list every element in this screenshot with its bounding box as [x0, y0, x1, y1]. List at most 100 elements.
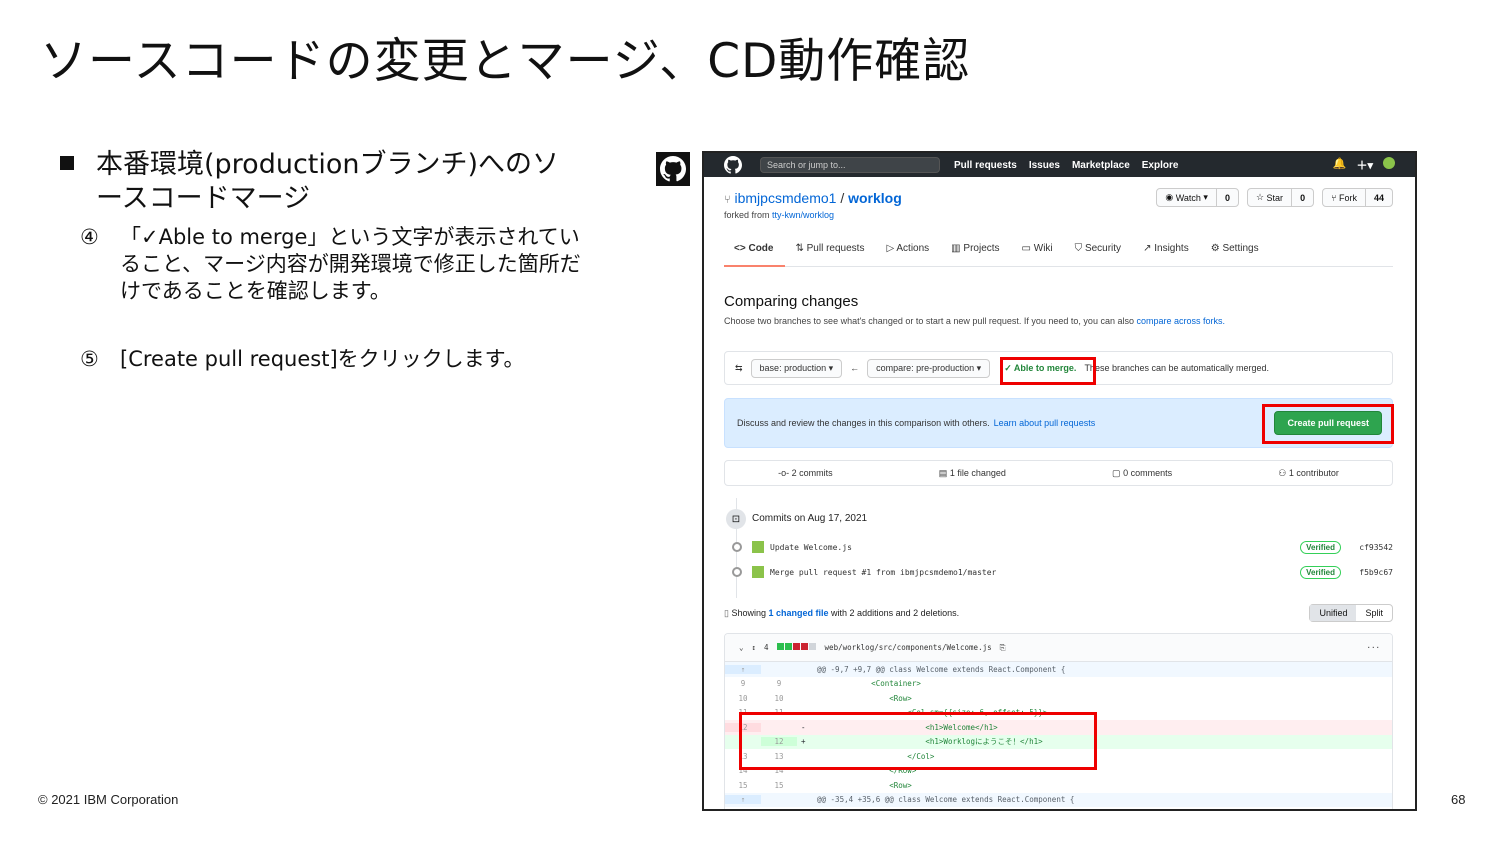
nav-pull-requests[interactable]: Pull requests — [954, 160, 1017, 171]
verified-badge[interactable]: Verified — [1300, 565, 1341, 579]
commit-message[interactable]: Merge pull request #1 from ibmjpcsmdemo1… — [770, 568, 996, 577]
plus-icon[interactable]: ＋▾ — [1356, 157, 1373, 173]
file-path[interactable]: web/worklog/src/components/Welcome.js — [825, 643, 992, 652]
nav-explore[interactable]: Explore — [1142, 160, 1179, 171]
watch-button[interactable]: ◉ Watch ▾ 0 — [1156, 188, 1239, 207]
file-header: ⌄ ↕ 4 web/worklog/src/components/Welcome… — [725, 634, 1392, 662]
tab-projects[interactable]: ▥ Projects — [941, 237, 1011, 267]
commit-row: Update Welcome.js Verified cf93542 — [732, 540, 1393, 554]
fork-button[interactable]: ⑂ Fork 44 — [1322, 188, 1393, 207]
line-number-left[interactable]: ⇡ — [725, 664, 761, 674]
avatar — [752, 541, 764, 553]
forked-link[interactable]: tty-kwn/worklog — [772, 210, 834, 220]
commits-heading: Commits on Aug 17, 2021 — [752, 513, 868, 524]
stat-commits[interactable]: -o- 2 commits — [778, 468, 833, 478]
verified-badge[interactable]: Verified — [1300, 540, 1341, 554]
diff-view-toggle: Unified Split — [1309, 604, 1393, 622]
changed-file-link[interactable]: 1 changed file — [769, 608, 829, 618]
main-bullet-text: 本番環境(productionブランチ)へのソースコードマージ — [96, 149, 560, 214]
tab-code[interactable]: <> Code — [724, 237, 786, 267]
base-branch-select[interactable]: base: production ▾ — [750, 358, 843, 378]
github-logo-icon — [656, 152, 690, 186]
repo-tabs: <> Code ⇅ Pull requests ▷ Actions ▥ Proj… — [724, 237, 1393, 267]
commit-dot-icon — [732, 542, 742, 552]
fork-count: 44 — [1373, 192, 1384, 203]
fork-icon: ⑂ — [1331, 192, 1339, 203]
compare-subtitle-text: Choose two branches to see what's change… — [724, 316, 1134, 326]
stat-files[interactable]: ▤ 1 file changed — [939, 468, 1006, 479]
diff-code: <Container> — [817, 679, 921, 689]
tab-settings[interactable]: ⚙ Settings — [1201, 237, 1271, 267]
bell-icon[interactable]: 🔔 — [1333, 157, 1347, 173]
step-text: [Create pull request]をクリックします。 — [120, 347, 525, 371]
commit-sha[interactable]: f5b9c67 — [1359, 568, 1393, 577]
repo-owner-link[interactable]: ibmjpcsmdemo1 — [735, 190, 837, 206]
merge-status-text: These branches can be automatically merg… — [1084, 363, 1270, 373]
square-bullet-icon — [60, 156, 74, 170]
watch-label: Watch — [1175, 192, 1201, 203]
chevron-down-icon[interactable]: ⌄ — [739, 643, 744, 652]
step-4: ④ 「✓Able to merge」という文字が表示されていること、マージ内容が… — [80, 224, 600, 305]
star-button[interactable]: ☆ Star 0 — [1246, 188, 1315, 207]
tab-insights[interactable]: ↗ Insights — [1133, 237, 1201, 267]
repo-actions: ◉ Watch ▾ 0 ☆ Star 0 ⑂ Fork 44 — [1156, 188, 1393, 207]
comment-icon: ▢ — [1112, 467, 1124, 478]
tab-actions[interactable]: ▷ Actions — [876, 237, 941, 267]
learn-pr-link[interactable]: Learn about pull requests — [994, 418, 1096, 428]
repo-name-link[interactable]: worklog — [848, 190, 902, 206]
tab-pull-requests[interactable]: ⇅ Pull requests — [785, 237, 876, 267]
nav-marketplace[interactable]: Marketplace — [1072, 160, 1130, 171]
stat-comments[interactable]: ▢ 0 comments — [1112, 468, 1172, 479]
tab-wiki[interactable]: ▭ Wiki — [1012, 237, 1065, 267]
repo-separator: / — [840, 190, 845, 206]
more-icon[interactable]: ··· — [1366, 643, 1380, 652]
star-icon: ☆ — [1255, 192, 1267, 202]
compare-arrows-icon: ⇆ — [735, 362, 743, 373]
commit-message[interactable]: Update Welcome.js — [770, 543, 852, 552]
line-number-left: 15 — [738, 780, 748, 790]
nav-issues[interactable]: Issues — [1029, 160, 1060, 171]
stat-contributors[interactable]: ⚇ 1 contributor — [1278, 468, 1339, 479]
unified-button[interactable]: Unified — [1310, 605, 1357, 621]
commit-group-icon: ⊡ — [726, 509, 746, 529]
repo-icon: ⑂ — [724, 194, 731, 206]
compare-branch-select[interactable]: compare: pre-production ▾ — [867, 358, 991, 378]
github-octocat-icon[interactable] — [724, 156, 742, 174]
search-input[interactable]: Search or jump to... — [760, 157, 940, 173]
copy-icon[interactable]: ⎘ — [1000, 643, 1006, 653]
diff-count: 4 — [764, 643, 769, 652]
diff-line: ⇡ @@ -9,7 +9,7 @@ class Welcome extends R… — [725, 662, 1392, 677]
highlight-diff-lines — [739, 712, 1097, 770]
commit-sha[interactable]: cf93542 — [1359, 543, 1393, 552]
line-number-left: 9 — [740, 679, 746, 689]
split-button[interactable]: Split — [1356, 605, 1392, 621]
diff-line: ⇡ @@ -35,4 +35,6 @@ class Welcome extends… — [725, 792, 1392, 807]
book-icon: ▭ — [1021, 243, 1034, 254]
diff-code: @@ -9,7 +9,7 @@ class Welcome extends Re… — [817, 664, 1066, 674]
page-number: 68 — [1451, 792, 1466, 807]
commit-icon: -o- — [778, 468, 792, 478]
line-number-left[interactable]: ⇡ — [725, 795, 761, 805]
fork-label: Fork — [1338, 192, 1357, 203]
compare-forks-link[interactable]: compare across forks. — [1136, 316, 1225, 326]
highlight-create-button — [1262, 404, 1394, 444]
graph-icon: ↗ — [1143, 243, 1155, 254]
step-number: ④ — [80, 225, 99, 249]
forked-prefix: forked from — [724, 210, 770, 220]
tab-security[interactable]: ⛉ Security — [1065, 237, 1133, 267]
star-label: Star — [1266, 192, 1284, 203]
github-topbar: Search or jump to... Pull requests Issue… — [704, 153, 1415, 177]
showing-suffix: with 2 additions and 2 deletions. — [831, 608, 960, 618]
line-number-left: 10 — [738, 693, 748, 703]
expand-icon[interactable]: ↕ — [752, 643, 757, 652]
main-bullet: 本番環境(productionブランチ)へのソースコードマージ — [60, 148, 576, 216]
commit-row: Merge pull request #1 from ibmjpcsmdemo1… — [732, 565, 1393, 579]
avatar — [752, 566, 764, 578]
eye-icon: ◉ — [1165, 192, 1176, 202]
line-number-right: 9 — [776, 679, 782, 689]
gear-icon: ⚙ — [1210, 243, 1223, 254]
avatar[interactable] — [1383, 157, 1395, 169]
copyright: © 2021 IBM Corporation — [38, 792, 179, 807]
watch-count: 0 — [1224, 192, 1230, 203]
star-count: 0 — [1300, 192, 1306, 203]
